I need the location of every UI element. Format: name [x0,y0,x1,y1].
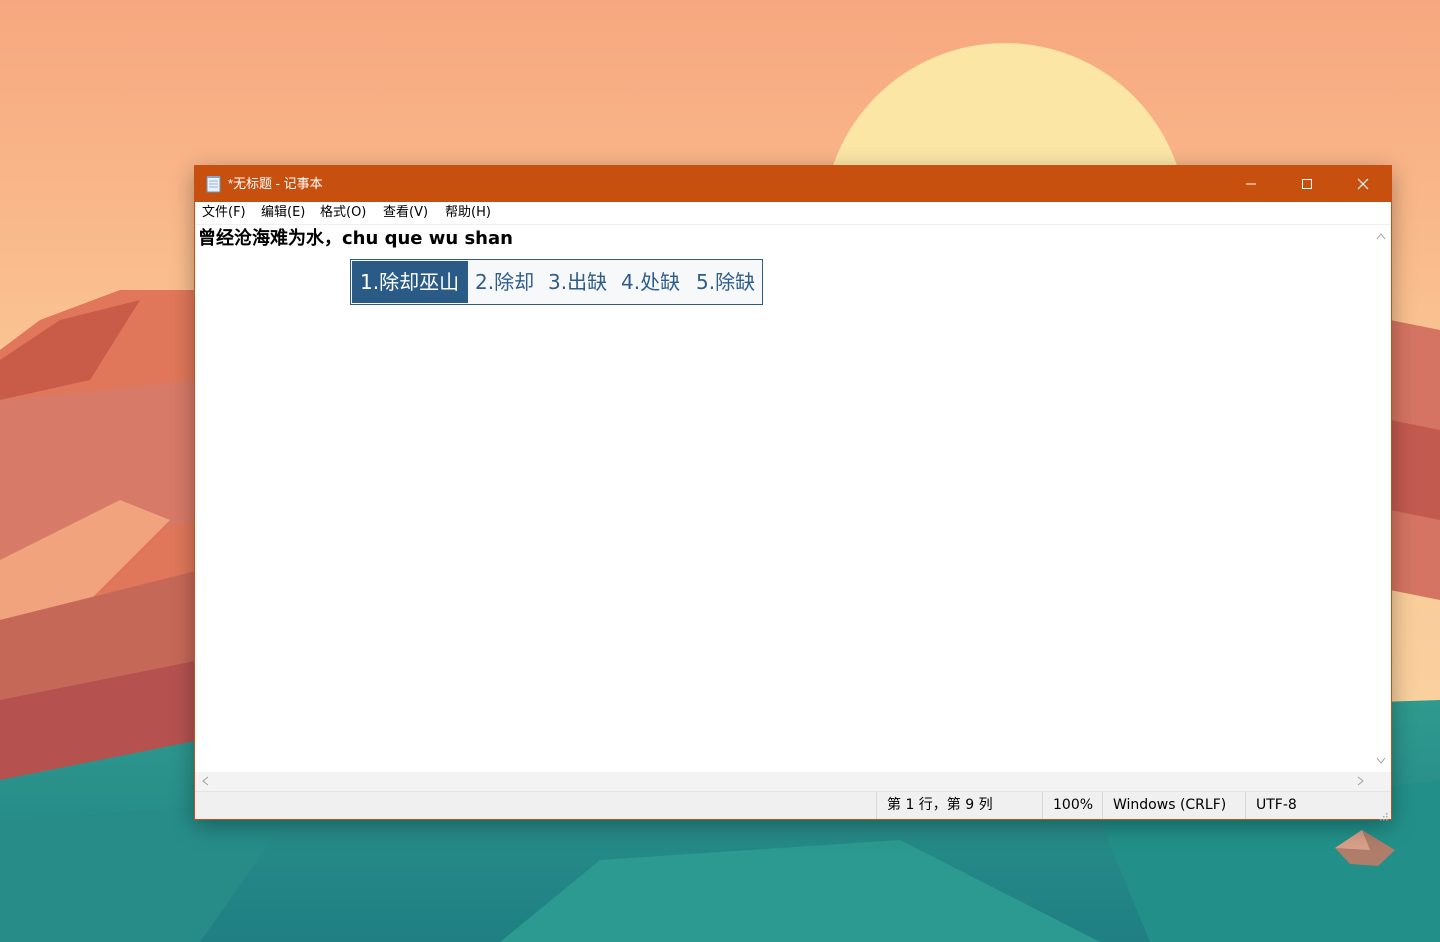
menu-edit[interactable]: 编辑(E) [261,205,305,221]
status-encoding: UTF-8 [1245,792,1375,819]
maximize-button[interactable] [1279,166,1335,202]
status-bar: 第 1 行，第 9 列 100% Windows (CRLF) UTF-8 [195,791,1391,821]
notepad-window: *无标题 - 记事本 文件(F) 编辑(E) 格式(O) 查看(V) 帮助(H)… [195,166,1391,821]
vertical-scrollbar[interactable] [1372,225,1391,772]
close-button[interactable] [1335,166,1391,202]
minimize-button[interactable] [1223,166,1279,202]
scroll-up-icon[interactable] [1376,231,1386,242]
scroll-right-icon[interactable] [1357,776,1365,788]
title-bar[interactable]: *无标题 - 记事本 [195,166,1391,202]
editor-text: 曾经沧海难为水，chu que wu shan [198,228,513,249]
ime-candidate-5[interactable]: 5.除缺 [696,261,755,303]
ime-candidate-4[interactable]: 4.处缺 [621,261,680,303]
status-line-ending: Windows (CRLF) [1102,792,1246,819]
notepad-app-icon [205,175,223,193]
menu-format[interactable]: 格式(O) [320,205,366,221]
menu-help[interactable]: 帮助(H) [445,205,491,221]
ime-candidate-2[interactable]: 2.除却 [475,261,534,303]
ime-candidate-3[interactable]: 3.出缺 [548,261,607,303]
horizontal-scrollbar[interactable] [195,772,1391,791]
ime-candidate-1[interactable]: 1.除却巫山 [352,261,468,303]
resize-grip-icon[interactable] [1378,806,1388,821]
menu-view[interactable]: 查看(V) [383,205,428,221]
ime-candidate-window: 1.除却巫山 2.除却 3.出缺 4.处缺 5.除缺 [350,259,763,305]
status-cursor-position: 第 1 行，第 9 列 [876,792,1043,819]
scroll-left-icon[interactable] [201,776,209,788]
close-icon [1357,175,1369,194]
menu-file[interactable]: 文件(F) [202,205,246,221]
window-title: *无标题 - 记事本 [228,176,323,191]
minimize-icon [1245,175,1257,194]
maximize-icon [1301,175,1313,194]
scroll-down-icon[interactable] [1376,756,1386,767]
text-editor[interactable]: 曾经沧海难为水，chu que wu shan [195,225,1372,772]
menu-bar: 文件(F) 编辑(E) 格式(O) 查看(V) 帮助(H) [195,202,1391,225]
status-zoom: 100% [1042,792,1103,819]
editor-content[interactable]: 曾经沧海难为水，chu que wu shan [198,227,513,251]
